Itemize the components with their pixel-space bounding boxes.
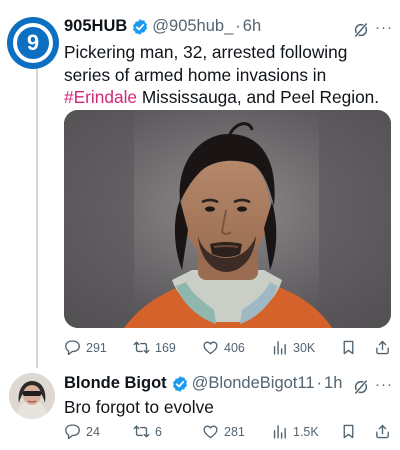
tweet2-text: Bro forgot to evolve: [64, 397, 214, 417]
bookmark-button[interactable]: [340, 339, 362, 356]
views-icon: [273, 425, 286, 439]
reply-count: 24: [86, 424, 100, 439]
repost-button[interactable]: 6: [133, 423, 162, 440]
tweet2-header: Blonde Bigot @BlondeBigot11 · 1h: [64, 374, 342, 393]
repost-icon: [133, 341, 150, 354]
hashtag-link[interactable]: #Erindale: [64, 87, 137, 107]
tweet2-action-bar: 24 6 281 1.5K: [64, 423, 394, 443]
verified-badge-icon: [133, 18, 148, 35]
grok-icon[interactable]: [352, 21, 370, 39]
repost-count: 6: [155, 424, 162, 439]
top-bar-cropped: [0, 0, 400, 8]
tweet1-text: Pickering man, 32, arrested following se…: [64, 41, 394, 109]
repost-icon: [133, 425, 150, 438]
reply-button[interactable]: 24: [64, 423, 100, 440]
grok-icon[interactable]: [352, 378, 370, 396]
like-count: 281: [224, 424, 245, 439]
reply-icon: [65, 424, 80, 440]
repost-count: 169: [155, 340, 176, 355]
share-button[interactable]: [374, 339, 396, 356]
tweet1-action-bar: 291 169 406 30K: [64, 339, 394, 359]
tweet1-separator: ·: [235, 17, 241, 35]
thread-connector-line: [36, 62, 38, 368]
share-icon: [376, 340, 389, 355]
like-icon: [203, 341, 218, 355]
tweet2-more-menu[interactable]: ···: [375, 376, 393, 393]
tweet1-text-end: Mississauga, and Peel Region.: [137, 87, 380, 107]
bookmark-button[interactable]: [340, 423, 362, 440]
tweet2-author-handle[interactable]: @BlondeBigot11: [192, 374, 315, 393]
tweet1-more-menu[interactable]: ···: [375, 19, 393, 36]
reply-button[interactable]: 291: [64, 339, 107, 356]
bookmark-icon: [343, 340, 354, 355]
verified-badge-icon: [172, 375, 187, 392]
avatar-905hub[interactable]: 9: [7, 17, 59, 69]
tweet1-media-image[interactable]: [64, 110, 391, 328]
views-button[interactable]: 1.5K: [271, 423, 319, 440]
views-button[interactable]: 30K: [271, 339, 315, 356]
reply-count: 291: [86, 340, 107, 355]
like-count: 406: [224, 340, 245, 355]
tweet1-author-name[interactable]: 905HUB: [64, 17, 127, 36]
tweet1-text-start: Pickering man, 32, arrested following se…: [64, 42, 348, 85]
tweet2-separator: ·: [316, 374, 323, 392]
tweet2-author-name[interactable]: Blonde Bigot: [64, 374, 167, 393]
like-icon: [203, 425, 218, 439]
tweet1-header: 905HUB @905hub_ · 6h: [64, 17, 261, 36]
bookmark-icon: [343, 424, 354, 439]
repost-button[interactable]: 169: [133, 339, 176, 356]
like-button[interactable]: 406: [202, 339, 245, 356]
tweet1-timestamp[interactable]: 6h: [243, 17, 261, 36]
views-count: 1.5K: [293, 424, 319, 439]
tweet1-author-handle[interactable]: @905hub_: [152, 17, 233, 36]
views-icon: [273, 341, 286, 355]
reply-icon: [65, 340, 80, 356]
avatar-blonde-bigot-photo: [9, 373, 55, 419]
views-count: 30K: [293, 340, 316, 355]
like-button[interactable]: 281: [202, 423, 245, 440]
avatar-905hub-label: 9: [13, 23, 53, 63]
avatar-blonde-bigot[interactable]: [9, 373, 55, 419]
mugshot-photo: [64, 110, 391, 328]
tweet2-timestamp[interactable]: 1h: [324, 374, 342, 393]
share-button[interactable]: [374, 423, 396, 440]
share-icon: [376, 424, 389, 439]
